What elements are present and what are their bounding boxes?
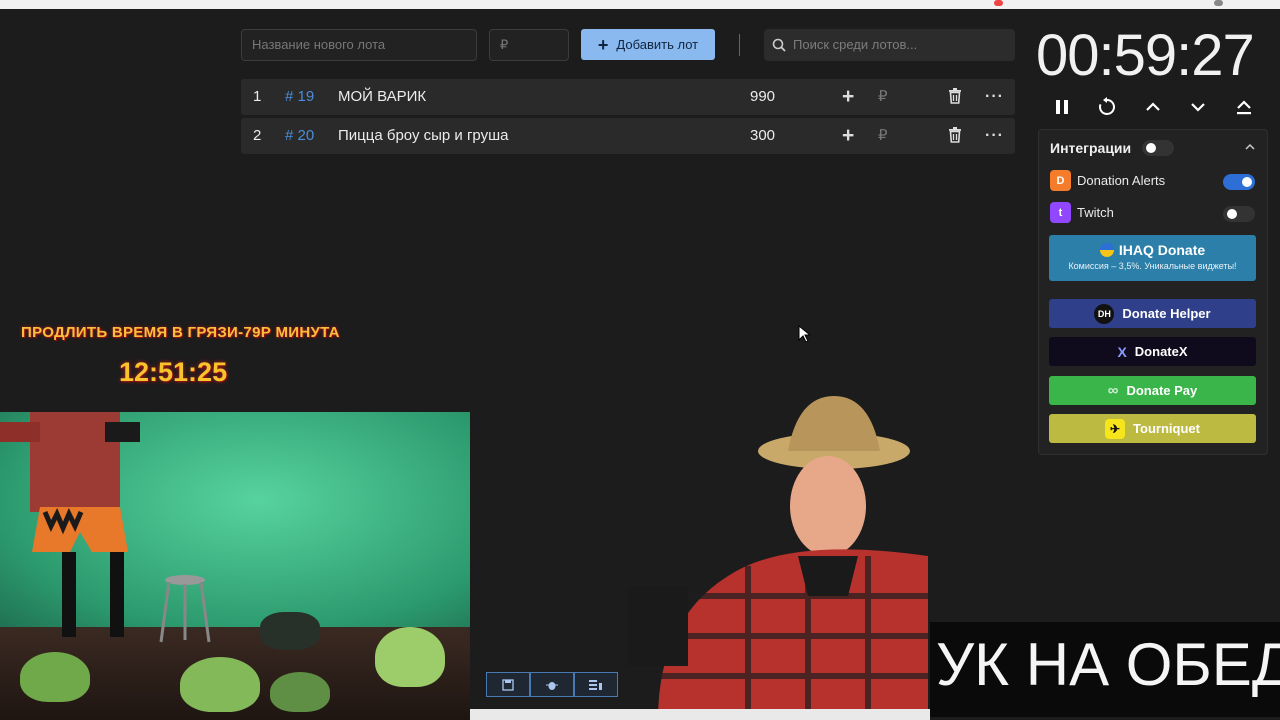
lot-index: 2 xyxy=(253,127,262,144)
donate-pay-button[interactable]: ∞ Donate Pay xyxy=(1049,376,1256,405)
twitch-icon: t xyxy=(1050,202,1071,223)
integrations-title: Интеграции xyxy=(1050,140,1132,156)
donate-pay-icon: ∞ xyxy=(1107,382,1119,399)
lot-amount[interactable]: 990 xyxy=(750,79,775,115)
bug-icon[interactable] xyxy=(530,672,574,697)
donation-alerts-icon: D xyxy=(1050,170,1071,191)
integration-twitch: t Twitch xyxy=(1050,202,1114,223)
more-icon[interactable]: ··· xyxy=(985,118,1004,154)
donate-helper-button[interactable]: DH Donate Helper xyxy=(1049,299,1256,328)
auction-timer: 00:59:27 xyxy=(1036,23,1255,88)
lot-name[interactable]: МОЙ ВАРИК xyxy=(338,79,426,115)
donatex-label: DonateX xyxy=(1134,344,1188,359)
stool xyxy=(159,575,211,643)
tourniquet-icon: ✈ xyxy=(1105,418,1126,439)
ihaq-title: IHAQ Donate xyxy=(1118,242,1206,258)
search-placeholder: Поиск среди лотов... xyxy=(793,37,918,52)
webcam-feed-streamer xyxy=(628,396,928,720)
lunch-banner: УК НА ОБЕД xyxy=(930,622,1280,717)
browser-top-strip xyxy=(0,0,1280,9)
tourniquet-button[interactable]: ✈ Tourniquet xyxy=(1049,414,1256,443)
clear-list-icon[interactable] xyxy=(574,672,618,697)
add-lot-button[interactable]: + Добавить лот xyxy=(581,29,715,60)
extend-time-overlay: ПРОДЛИТЬ ВРЕМЯ В ГРЯЗИ-79Р МИНУТА xyxy=(21,324,340,341)
more-icon[interactable]: ··· xyxy=(985,79,1004,115)
integration-label: Donation Alerts xyxy=(1077,173,1166,188)
taskbar-strip xyxy=(470,709,930,720)
chevron-down-icon[interactable] xyxy=(1188,97,1208,117)
plant xyxy=(180,657,260,712)
new-lot-name-input[interactable]: Название нового лота xyxy=(241,29,477,61)
add-lot-button-label: Добавить лот xyxy=(616,37,699,52)
integrations-panel: Интеграции D Donation Alerts t Twitch IH… xyxy=(1038,129,1268,455)
lot-search-input[interactable]: Поиск среди лотов... xyxy=(764,29,1015,61)
bottom-toolbar xyxy=(486,672,618,697)
lot-name[interactable]: Пицца броу сыр и груша xyxy=(338,118,509,154)
plant xyxy=(20,652,90,702)
add-amount-icon[interactable]: + xyxy=(842,79,854,115)
ihaq-subtitle: Комиссия – 3,5%. Уникальные виджеты! xyxy=(1068,261,1237,271)
stream-clock-overlay: 12:51:25 xyxy=(119,357,228,387)
new-lot-price-input[interactable]: ₽ xyxy=(489,29,569,61)
delete-icon[interactable] xyxy=(948,88,962,104)
donate-helper-icon: DH xyxy=(1094,303,1115,324)
integration-donation-alerts: D Donation Alerts xyxy=(1050,170,1165,191)
lot-id[interactable]: # 19 xyxy=(285,79,314,115)
plant xyxy=(270,672,330,712)
search-icon xyxy=(772,38,786,52)
save-icon[interactable] xyxy=(486,672,530,697)
integrations-toggle[interactable] xyxy=(1142,140,1174,156)
double-up-icon[interactable] xyxy=(1234,97,1254,117)
lot-row[interactable]: 1 # 19 МОЙ ВАРИК 990 + ₽ ··· xyxy=(241,79,1015,115)
browser-tab-indicator xyxy=(1214,0,1223,6)
rubber-boots xyxy=(260,612,320,650)
chevron-up-icon[interactable] xyxy=(1143,97,1163,117)
reset-icon[interactable] xyxy=(1097,97,1117,117)
plant xyxy=(375,627,445,687)
lot-index: 1 xyxy=(253,88,262,105)
lot-row[interactable]: 2 # 20 Пицца броу сыр и груша 300 + ₽ ··… xyxy=(241,118,1015,154)
ihaq-logo-icon xyxy=(1099,243,1114,257)
donate-helper-label: Donate Helper xyxy=(1122,306,1211,321)
donation-alerts-toggle[interactable] xyxy=(1223,174,1255,190)
tourniquet-label: Tourniquet xyxy=(1133,421,1200,436)
webcam-feed-garden xyxy=(0,412,470,720)
donate-pay-label: Donate Pay xyxy=(1126,383,1198,398)
ihaq-donate-button[interactable]: IHAQ Donate Комиссия – 3,5%. Уникальные … xyxy=(1049,235,1256,281)
pause-icon[interactable] xyxy=(1052,97,1072,117)
browser-tab-indicator xyxy=(994,0,1003,6)
donatex-button[interactable]: X DonateX xyxy=(1049,337,1256,366)
delete-icon[interactable] xyxy=(948,127,962,143)
lot-currency: ₽ xyxy=(878,88,888,105)
twitch-toggle[interactable] xyxy=(1223,206,1255,222)
donatex-icon: X xyxy=(1117,343,1127,360)
person-figure xyxy=(0,412,140,637)
lot-amount[interactable]: 300 xyxy=(750,118,775,154)
integration-label: Twitch xyxy=(1077,205,1114,220)
add-amount-icon[interactable]: + xyxy=(842,118,854,154)
plus-icon: + xyxy=(597,34,609,55)
ihaq-title-row: IHAQ Donate xyxy=(1049,242,1256,258)
toolbar-divider xyxy=(739,34,740,56)
mouse-cursor-icon xyxy=(798,325,810,343)
lot-id[interactable]: # 20 xyxy=(285,118,314,154)
lot-currency: ₽ xyxy=(878,127,888,144)
chevron-up-icon[interactable] xyxy=(1245,143,1255,151)
